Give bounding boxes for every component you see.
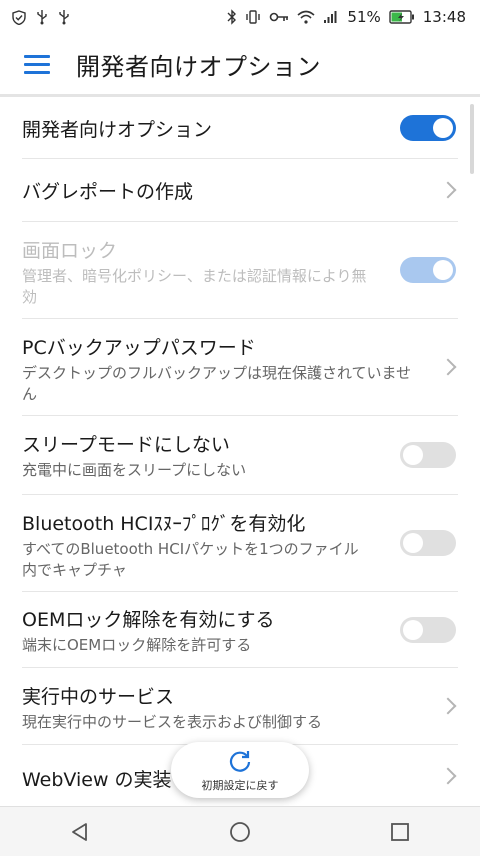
setting-subtitle: 端末にOEMロック解除を許可する	[22, 636, 252, 654]
setting-subtitle: 現在実行中のサービスを表示および制御する	[22, 713, 323, 731]
usb-icon	[59, 10, 69, 25]
status-bar-left	[0, 9, 70, 25]
clock: 13:48	[422, 8, 466, 26]
setting-text: PCバックアップパスワード デスクトップのフルバックアップは現在保護されていませ…	[22, 333, 422, 405]
status-bar-right: 51% 13:48	[227, 8, 480, 26]
battery-charging-icon	[389, 10, 414, 24]
setting-oem-unlock[interactable]: OEMロック解除を有効にする 端末にOEMロック解除を許可する	[22, 592, 458, 668]
setting-title: 画面ロック	[22, 240, 118, 262]
settings-list: 開発者向けオプション バグレポートの作成 画面ロック 管理者、暗号化ポリシー、ま…	[0, 97, 480, 807]
setting-subtitle: 充電中に画面をスリープにしない	[22, 461, 247, 479]
page-title: 開発者向けオプション	[76, 52, 321, 81]
reset-defaults-button[interactable]: 初期設定に戻す	[171, 742, 309, 798]
setting-text: Bluetooth HCIｽﾇｰﾌﾟﾛｸﾞを有効化 すべてのBluetooth …	[22, 509, 372, 581]
back-triangle-icon	[72, 822, 87, 841]
vibrate-icon	[246, 10, 261, 24]
developer-options-toggle[interactable]	[400, 114, 456, 141]
reset-defaults-label: 初期設定に戻す	[201, 778, 279, 792]
home-circle-icon	[230, 821, 250, 842]
bluetooth-hci-log-toggle[interactable]	[400, 530, 456, 556]
usb-icon	[37, 10, 47, 25]
setting-subtitle: デスクトップのフルバックアップは現在保護されていません	[22, 364, 412, 403]
screen-lock-toggle	[400, 257, 456, 283]
battery-percent: 51%	[347, 8, 381, 26]
setting-developer-options[interactable]: 開発者向けオプション	[22, 97, 458, 159]
setting-title: Bluetooth HCIｽﾇｰﾌﾟﾛｸﾞを有効化	[22, 513, 306, 535]
setting-title: OEMロック解除を有効にする	[22, 609, 275, 631]
shield-check-icon	[12, 9, 26, 25]
setting-subtitle: すべてのBluetooth HCIパケットを1つのファイル内でキャプチャ	[22, 540, 359, 579]
scrollbar-thumb[interactable]	[470, 104, 474, 174]
setting-text: 画面ロック 管理者、暗号化ポリシー、または認証情報により無効	[22, 236, 372, 308]
stay-awake-toggle[interactable]	[400, 442, 456, 468]
menu-icon[interactable]	[24, 54, 50, 74]
setting-screen-lock: 画面ロック 管理者、暗号化ポリシー、または認証情報により無効	[22, 222, 458, 319]
setting-title: WebView の実装	[22, 769, 172, 791]
setting-bug-report[interactable]: バグレポートの作成	[22, 159, 458, 222]
setting-subtitle: 管理者、暗号化ポリシー、または認証情報により無効	[22, 267, 367, 306]
bluetooth-icon	[227, 9, 237, 25]
setting-title: 開発者向けオプション	[22, 119, 213, 141]
setting-running-services[interactable]: 実行中のサービス 現在実行中のサービスを表示および制御する	[22, 668, 458, 745]
app-bar: 開発者向けオプション	[0, 34, 480, 94]
home-button[interactable]	[220, 812, 260, 852]
key-icon	[270, 12, 289, 22]
setting-title: 実行中のサービス	[22, 686, 175, 708]
recents-button[interactable]	[380, 812, 420, 852]
signal-icon	[324, 11, 337, 23]
navigation-bar	[0, 806, 480, 856]
refresh-icon	[229, 750, 251, 772]
setting-text: 実行中のサービス 現在実行中のサービスを表示および制御する	[22, 682, 422, 733]
setting-title: スリープモードにしない	[22, 434, 230, 456]
back-button[interactable]	[60, 812, 100, 852]
chevron-right-icon	[439, 358, 458, 376]
wifi-icon	[297, 10, 315, 24]
chevron-right-icon	[439, 767, 458, 785]
setting-text: OEMロック解除を有効にする 端末にOEMロック解除を許可する	[22, 605, 372, 656]
setting-text: スリープモードにしない 充電中に画面をスリープにしない	[22, 430, 372, 481]
setting-title: PCバックアップパスワード	[22, 337, 256, 359]
setting-bluetooth-hci-log[interactable]: Bluetooth HCIｽﾇｰﾌﾟﾛｸﾞを有効化 すべてのBluetooth …	[22, 495, 458, 592]
setting-title: バグレポートの作成	[22, 181, 194, 203]
recents-square-icon	[391, 822, 409, 841]
setting-stay-awake[interactable]: スリープモードにしない 充電中に画面をスリープにしない	[22, 416, 458, 495]
status-bar: 51% 13:48	[0, 0, 480, 34]
oem-unlock-toggle[interactable]	[400, 616, 456, 643]
chevron-right-icon	[439, 697, 458, 715]
chevron-right-icon	[439, 181, 458, 199]
setting-pc-backup-password[interactable]: PCバックアップパスワード デスクトップのフルバックアップは現在保護されていませ…	[22, 319, 458, 416]
